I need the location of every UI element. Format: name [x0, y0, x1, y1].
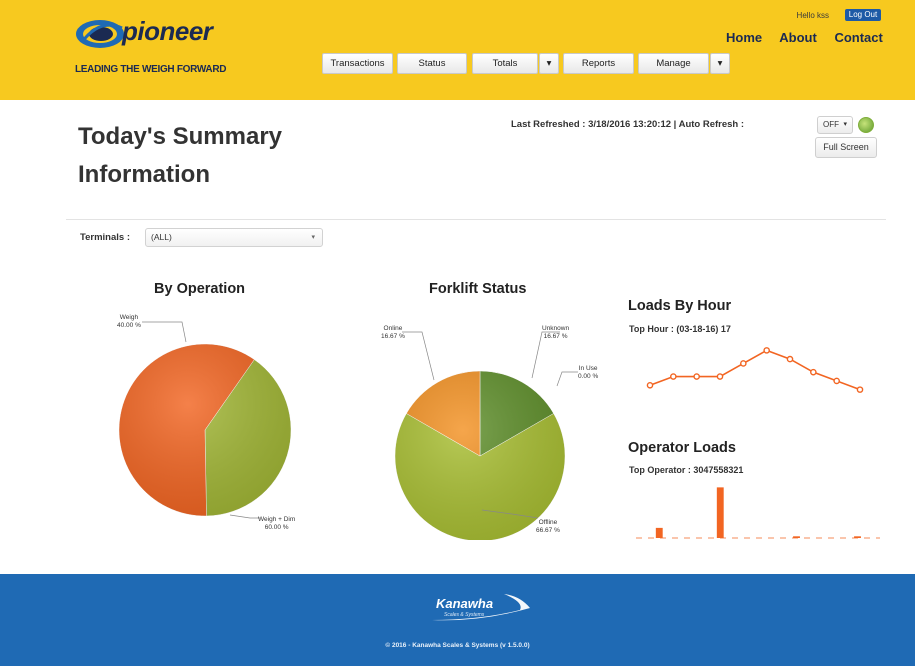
- pie-shading: [119, 344, 291, 516]
- kanawha-logo[interactable]: Kanawha Scales & Systems: [420, 592, 540, 624]
- nav-contact-link[interactable]: Contact: [834, 30, 882, 45]
- loads-point: [833, 377, 840, 385]
- menu-manage-button[interactable]: Manage: [638, 53, 709, 74]
- by-operation-title: By Operation: [154, 281, 246, 297]
- pie-label-value: 66.67 %: [536, 527, 560, 534]
- pie-label-offline: Offline 66.67 %: [536, 519, 560, 535]
- section-divider: [66, 219, 886, 220]
- footer-brand: Kanawha: [436, 596, 493, 611]
- loads-series-line: [649, 349, 861, 391]
- terminals-select[interactable]: (ALL) ▾: [145, 228, 323, 247]
- loads-point: [786, 355, 794, 363]
- footer-brand-sub: Scales & Systems: [444, 612, 485, 618]
- operator-bar: [854, 536, 861, 538]
- pie-leader-line: [402, 331, 435, 381]
- menu-status-button[interactable]: Status: [397, 53, 467, 74]
- pie-label-value: 40.00 %: [117, 322, 141, 329]
- full-screen-button[interactable]: Full Screen: [815, 137, 877, 158]
- pie-label-online: Online 16.67 %: [381, 325, 405, 341]
- menu-totals-button[interactable]: Totals: [472, 53, 538, 74]
- pie-label-weigh-dim: Weigh + Dim 60.00 %: [258, 516, 295, 532]
- pie-shading: [395, 371, 565, 540]
- terminals-label: Terminals :: [80, 232, 130, 243]
- loads-point: [670, 373, 677, 380]
- pie-label-name: Weigh: [119, 314, 139, 321]
- user-greeting: Hello kss: [796, 11, 829, 20]
- operator-loads-title: Operator Loads: [628, 440, 736, 456]
- pie-label-value: 16.67 %: [381, 333, 405, 340]
- operator-bar: [655, 527, 663, 538]
- nav-about-link[interactable]: About: [779, 30, 817, 45]
- loads-point: [856, 386, 864, 393]
- logo-text: pioneer: [122, 16, 213, 46]
- loads-by-hour-title: Loads By Hour: [628, 298, 732, 314]
- menu-transactions-button[interactable]: Transactions: [322, 53, 393, 74]
- pie-label-unknown: Unknown 16.67 %: [542, 325, 569, 341]
- operator-bar: [793, 536, 800, 538]
- app-root: pioneer LEADING THE WEIGH FORWARD Hello …: [0, 0, 915, 666]
- pie-label-name: Unknown: [542, 325, 570, 332]
- top-hour-text: Top Hour : (03-18-16) 17: [629, 324, 731, 334]
- tagline: LEADING THE WEIGH FORWARD: [75, 64, 227, 75]
- loads-by-hour-line-chart: [646, 347, 864, 393]
- pie-leader-line: [556, 371, 578, 387]
- pie-label-name: Weigh + Dim: [258, 516, 296, 523]
- loads-point: [740, 360, 747, 367]
- chevron-down-icon: ▾: [311, 234, 315, 241]
- header-bar: pioneer LEADING THE WEIGH FORWARD Hello …: [0, 0, 915, 100]
- by-operation-pie: [118, 321, 292, 519]
- pie-label-weigh: Weigh 40.00 %: [117, 314, 141, 330]
- pie-label-name: In Use: [578, 365, 598, 372]
- loads-point: [716, 373, 724, 380]
- loads-point: [810, 368, 817, 376]
- nav-home-link[interactable]: Home: [726, 30, 762, 45]
- auto-refresh-value: OFF: [823, 120, 839, 129]
- operator-bar: [716, 487, 724, 538]
- pie-label-value: 16.67 %: [543, 333, 568, 340]
- loads-point: [763, 347, 770, 354]
- last-refreshed-text: Last Refreshed : 3/18/2016 13:20:12 | Au…: [511, 119, 745, 130]
- pie-label-value: 0.00 %: [578, 373, 599, 380]
- page-title-line1: Today's Summary: [78, 123, 282, 150]
- pie-label-name: Online: [383, 325, 403, 332]
- top-nav: Home About Contact: [726, 30, 897, 45]
- pie-leader-line: [229, 514, 260, 519]
- refresh-icon[interactable]: [858, 117, 874, 133]
- menu-reports-button[interactable]: Reports: [563, 53, 634, 74]
- page-title-line2: Information: [78, 161, 210, 188]
- top-operator-text: Top Operator : 3047558321: [629, 465, 744, 475]
- terminals-value: (ALL): [151, 232, 172, 242]
- globe-swirl-icon: [76, 20, 124, 48]
- pie-leader-line: [142, 321, 187, 343]
- logout-button[interactable]: Log Out: [845, 9, 881, 21]
- chevron-down-icon: ▾: [843, 121, 847, 128]
- page-title: Today's Summary Information: [78, 118, 378, 194]
- pie-label-value: 60.00 %: [264, 524, 289, 531]
- forklift-status-title: Forklift Status: [429, 281, 527, 297]
- auto-refresh-select[interactable]: OFF ▾: [817, 116, 853, 134]
- totals-dropdown-caret[interactable]: ▾: [539, 53, 559, 74]
- loads-point: [646, 381, 654, 389]
- loads-point: [693, 373, 700, 380]
- operator-loads-bar-chart: [636, 487, 880, 539]
- manage-dropdown-caret[interactable]: ▾: [710, 53, 730, 74]
- copyright-text: © 2016 - Kanawha Scales & Systems (v 1.5…: [385, 642, 530, 649]
- pie-label-name: Offline: [538, 519, 558, 526]
- pie-label-in-use: In Use 0.00 %: [578, 365, 598, 381]
